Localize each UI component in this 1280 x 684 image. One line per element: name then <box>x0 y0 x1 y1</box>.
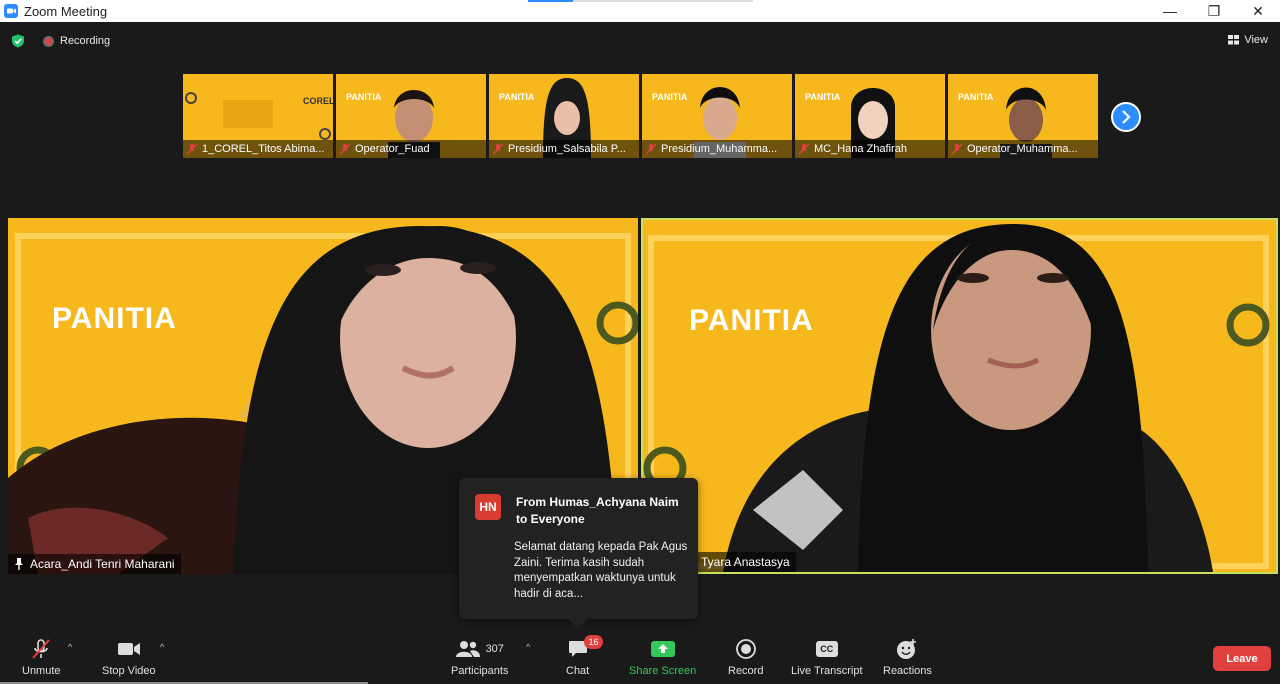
chat-unread-badge: 16 <box>584 635 603 649</box>
participant-thumbnail[interactable]: PANITIA Operator_Fuad <box>336 74 486 158</box>
record-label: Record <box>728 665 764 677</box>
recording-label: Recording <box>60 35 111 47</box>
window-drag-indicator <box>528 0 753 2</box>
record-icon <box>735 639 756 659</box>
participants-options-caret-icon[interactable]: ^ <box>526 642 530 652</box>
participant-name-tag: Acara_Andi Tenri Maharani <box>8 554 181 574</box>
thumbnail-name: Operator_Fuad <box>355 143 430 155</box>
thumbnail-banner-text: PANITIA <box>499 92 535 102</box>
popup-pointer <box>568 609 588 629</box>
participant-name: Acara_Andi Tenri Maharani <box>30 557 175 571</box>
unmute-label: Unmute <box>22 665 61 677</box>
thumbnail-banner-text: PANITIA <box>958 92 994 102</box>
live-transcript-button[interactable]: CC Live Transcript <box>791 638 863 677</box>
banner-text: PANITIA <box>52 302 177 335</box>
recording-indicator[interactable]: Recording <box>43 35 110 47</box>
video-scene-graphic <box>643 224 1270 572</box>
participants-count: 307 <box>485 643 504 655</box>
mic-muted-icon <box>340 143 350 154</box>
participants-icon <box>455 641 480 657</box>
view-button[interactable]: View <box>1228 34 1268 46</box>
chat-label: Chat <box>566 665 590 677</box>
mic-muted-icon <box>799 143 809 154</box>
chat-sender: From Humas_Achyana Naim <box>516 495 679 509</box>
closed-caption-icon: CC <box>815 641 838 657</box>
share-screen-icon <box>650 641 675 657</box>
unmute-button[interactable]: Unmute <box>22 638 61 677</box>
participant-thumbnail[interactable]: COREL 1_COREL_Titos Abima... <box>183 74 333 158</box>
meeting-topbar: Recording View <box>0 22 1280 60</box>
meeting-toolbar: Unmute ^ Stop Video ^ 307 Participants ^… <box>0 630 1280 684</box>
mic-muted-icon <box>493 143 503 154</box>
window-title: Zoom Meeting <box>24 3 108 19</box>
thumbnail-name: Operator_Muhamma... <box>967 143 1078 155</box>
mic-muted-icon <box>646 143 656 154</box>
banner-text: PANITIA <box>689 304 814 337</box>
window-titlebar: Zoom Meeting — ❐ ✕ <box>0 0 1280 22</box>
stop-video-button[interactable]: Stop Video <box>102 638 156 677</box>
chevron-right-icon <box>1122 110 1131 124</box>
chat-message-text: Selamat datang kepada Pak Agus Zaini. Te… <box>514 541 688 600</box>
participant-video-main-right[interactable]: PANITIA Tyara Anastasya <box>641 218 1278 574</box>
participant-thumbnail[interactable]: PANITIA MC_Hana Zhafirah <box>795 74 945 158</box>
zoom-logo-icon <box>4 4 18 18</box>
mic-muted-icon <box>187 143 197 154</box>
recording-dot-icon <box>43 35 54 47</box>
thumbnail-name: MC_Hana Zhafirah <box>814 143 907 155</box>
minimize-button[interactable]: — <box>1148 0 1192 22</box>
reactions-label: Reactions <box>883 665 932 677</box>
participant-thumbnail-strip: COREL 1_COREL_Titos Abima... PANITIA Ope… <box>183 74 1098 158</box>
thumbnail-name: Presidium_Muhamma... <box>661 143 778 155</box>
grid-view-icon <box>1228 35 1240 45</box>
reactions-button[interactable]: Reactions <box>883 638 932 677</box>
share-screen-label: Share Screen <box>629 665 697 677</box>
pin-icon <box>15 558 23 570</box>
next-page-button[interactable] <box>1111 102 1141 132</box>
participant-thumbnail[interactable]: PANITIA Operator_Muhamma... <box>948 74 1098 158</box>
view-label: View <box>1244 34 1268 46</box>
participants-label: Participants <box>451 665 509 677</box>
leave-button[interactable]: Leave <box>1213 646 1271 671</box>
thumbnail-banner-text: PANITIA <box>346 92 382 102</box>
participant-name-tag: Tyara Anastasya <box>695 552 796 572</box>
chat-recipient: to Everyone <box>516 512 585 526</box>
thumbnail-name: Presidium_Salsabila P... <box>508 143 626 155</box>
mic-muted-icon <box>32 639 51 659</box>
video-options-caret-icon[interactable]: ^ <box>160 642 164 652</box>
video-camera-icon <box>117 643 140 655</box>
chat-notification-popup[interactable]: HN From Humas_Achyana Naim to Everyone S… <box>459 478 698 629</box>
thumbnail-name: 1_COREL_Titos Abima... <box>202 143 325 155</box>
stop-video-label: Stop Video <box>102 665 156 677</box>
share-screen-button[interactable]: Share Screen <box>629 638 696 677</box>
participant-thumbnail[interactable]: PANITIA Presidium_Salsabila P... <box>489 74 639 158</box>
restore-button[interactable]: ❐ <box>1192 0 1236 22</box>
close-window-button[interactable]: ✕ <box>1236 0 1280 22</box>
live-transcript-label: Live Transcript <box>791 665 863 677</box>
security-shield-icon[interactable] <box>11 34 25 48</box>
mic-muted-icon <box>952 143 962 154</box>
thumbnail-banner-text: PANITIA <box>652 92 688 102</box>
audio-options-caret-icon[interactable]: ^ <box>68 642 72 652</box>
thumbnail-banner-text: PANITIA <box>805 92 841 102</box>
participant-name: Tyara Anastasya <box>701 555 790 569</box>
emoji-add-icon <box>897 639 917 659</box>
participants-button[interactable]: 307 Participants <box>451 638 508 677</box>
svg-text:COREL: COREL <box>303 96 333 106</box>
sender-avatar: HN <box>475 494 501 520</box>
chat-sender-info: From Humas_Achyana Naim to Everyone <box>516 494 686 528</box>
record-button[interactable]: Record <box>728 638 763 677</box>
participant-thumbnail[interactable]: PANITIA Presidium_Muhamma... <box>642 74 792 158</box>
